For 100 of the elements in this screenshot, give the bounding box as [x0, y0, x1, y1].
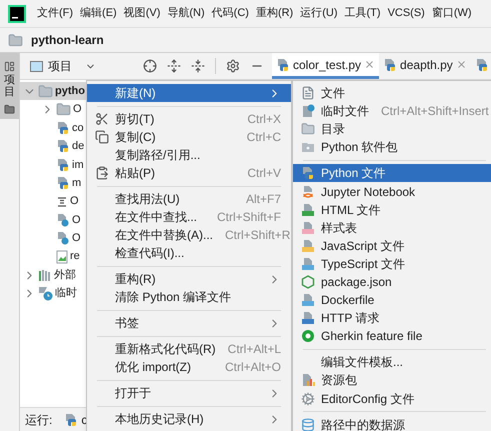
menu-item[interactable]: 打开于 — [87, 384, 291, 402]
folder-icon — [4, 104, 15, 116]
menu-bar-item[interactable]: 视图(V) — [124, 5, 160, 22]
menu-bar-item[interactable]: VCS(S) — [388, 5, 425, 22]
menu-item[interactable]: 编辑文件模板... — [293, 353, 491, 372]
menu-bar-item[interactable]: 文件(F) — [37, 5, 74, 22]
menu-item[interactable]: 本地历史记录(H) — [87, 410, 291, 428]
copy-icon — [95, 130, 109, 144]
shortcut-label: Ctrl+Shift+R — [225, 227, 290, 244]
folder-icon — [8, 32, 23, 48]
menu-item[interactable]: 新建(N) — [87, 84, 291, 102]
panel-icon — [4, 61, 15, 72]
tree-item-label[interactable]: m — [72, 174, 82, 192]
menu-item[interactable]: 重构(R) — [87, 270, 291, 288]
menu-bar-item[interactable]: 工具(T) — [344, 5, 381, 22]
gherkin-icon — [301, 329, 315, 344]
menu-bar-item[interactable]: 代码(C) — [212, 5, 249, 22]
menu-item[interactable]: EditorConfig 文件 — [293, 390, 491, 408]
scratch-file-icon — [301, 104, 315, 118]
lines-icon — [56, 196, 68, 208]
menu-item[interactable]: HTTP 请求 — [293, 309, 491, 328]
menu-item[interactable]: Python 文件 — [293, 164, 491, 182]
menu-item[interactable]: 粘贴(P) Ctrl+V — [87, 164, 291, 182]
database-icon — [301, 418, 315, 431]
shortcut-label: Alt+F7 — [246, 191, 281, 208]
python-file-icon — [56, 158, 70, 172]
menu-item[interactable]: 样式表 — [293, 218, 491, 237]
file-icon — [301, 86, 315, 100]
menu-item[interactable]: 路径中的数据源 — [293, 416, 491, 431]
editor-tab[interactable]: deapth.py — [379, 53, 471, 79]
python-icon — [64, 412, 78, 426]
python-file-icon — [56, 139, 70, 154]
menu-item[interactable]: Python 软件包 — [293, 138, 491, 156]
menu-item[interactable]: Jupyter Notebook — [293, 182, 491, 201]
menu-item[interactable]: 书签 — [87, 314, 291, 332]
menu-item[interactable]: 临时文件 Ctrl+Alt+Shift+Insert — [293, 102, 491, 120]
menu-item[interactable]: package.json — [293, 272, 491, 292]
tree-item-label[interactable]: O — [73, 101, 82, 118]
menu-bar-item[interactable]: 运行(U) — [300, 5, 338, 22]
unknown-file-icon — [56, 212, 70, 227]
tree-item-label[interactable]: re — [70, 248, 80, 265]
scissors-icon — [95, 112, 109, 126]
shortcut-label: Ctrl+Alt+L — [228, 341, 282, 358]
shortcut-label: Ctrl+Alt+Shift+Insert — [381, 103, 489, 120]
css-file-icon — [301, 220, 315, 235]
menu-item[interactable]: 清除 Python 编译文件 — [87, 288, 291, 306]
editor-tab[interactable]: color_test.py — [272, 53, 380, 79]
menu-item[interactable]: 目录 — [293, 120, 491, 138]
menu-item[interactable]: HTML 文件 — [293, 200, 491, 219]
locate-icon[interactable] — [143, 59, 157, 73]
notebook-icon — [301, 184, 315, 199]
menu-item[interactable]: TypeScript 文件 — [293, 254, 491, 273]
library-icon — [38, 268, 52, 282]
menu-item[interactable]: 查找用法(U) Alt+F7 — [87, 190, 291, 208]
menu-item[interactable]: JavaScript 文件 — [293, 236, 491, 255]
expand-all-icon[interactable] — [167, 59, 181, 73]
close-icon[interactable] — [456, 59, 467, 70]
tree-item-label[interactable]: O — [72, 212, 81, 228]
menu-bar-item[interactable]: 窗口(W) — [432, 5, 472, 22]
html-file-icon — [301, 202, 315, 217]
menu-item[interactable]: 资源包 — [293, 371, 491, 390]
tree-item-label[interactable]: O — [70, 193, 79, 210]
menu-item[interactable]: 检查代码(I)... — [87, 244, 291, 262]
package-folder-icon — [301, 140, 315, 154]
settings-icon[interactable] — [226, 59, 240, 73]
folder-icon — [56, 102, 71, 118]
project-view-dropdown[interactable]: 项目 — [30, 57, 96, 75]
menu-bar-item[interactable]: 导航(N) — [167, 5, 205, 22]
tree-item-label[interactable]: O — [72, 230, 81, 247]
tree-item-label[interactable]: de — [72, 138, 84, 155]
shortcut-label: Ctrl+X — [247, 111, 281, 128]
tree-item-label[interactable]: 临时 — [55, 285, 77, 302]
menu-item[interactable]: 复制路径/引用... — [87, 146, 291, 164]
menu-item[interactable]: 在文件中查找... Ctrl+Shift+F — [87, 208, 291, 226]
hexagon-icon — [301, 274, 315, 289]
menu-item[interactable]: 重新格式化代码(R) Ctrl+Alt+L — [87, 340, 291, 358]
gear-icon — [301, 392, 315, 406]
python-file-icon — [56, 120, 70, 135]
close-icon[interactable] — [364, 59, 376, 70]
menu-bar-item[interactable]: 重构(R) — [256, 5, 294, 22]
tree-item-label[interactable]: im — [72, 156, 84, 173]
shortcut-label: Ctrl+V — [247, 165, 281, 182]
tree-item-label[interactable]: 外部 — [54, 266, 76, 284]
menu-item[interactable]: 优化 import(Z) Ctrl+Alt+O — [87, 358, 291, 376]
project-tool-tab[interactable]: 项目 — [0, 53, 19, 120]
menu-bar-item[interactable]: 编辑(E) — [80, 5, 117, 22]
menu-item[interactable]: 剪切(T) Ctrl+X — [87, 110, 291, 128]
menu-item[interactable]: 在文件中替换(A)... Ctrl+Shift+R — [87, 226, 291, 244]
tree-item-label[interactable]: co — [72, 120, 84, 136]
collapse-all-icon[interactable] — [191, 59, 205, 73]
clipboard-icon — [95, 166, 109, 180]
folder-icon — [38, 84, 53, 99]
menu-item[interactable]: 复制(C) Ctrl+C — [87, 128, 291, 146]
tree-item-label[interactable]: pytho — [55, 82, 85, 100]
project-breadcrumb[interactable]: python-learn — [31, 31, 104, 49]
python-file-icon — [474, 58, 489, 72]
menu-item[interactable]: Gherkin feature file — [293, 327, 491, 346]
shortcut-label: Ctrl+C — [246, 129, 281, 146]
menu-item[interactable]: Dockerfile — [293, 291, 491, 310]
menu-item[interactable]: 文件 — [293, 84, 491, 102]
